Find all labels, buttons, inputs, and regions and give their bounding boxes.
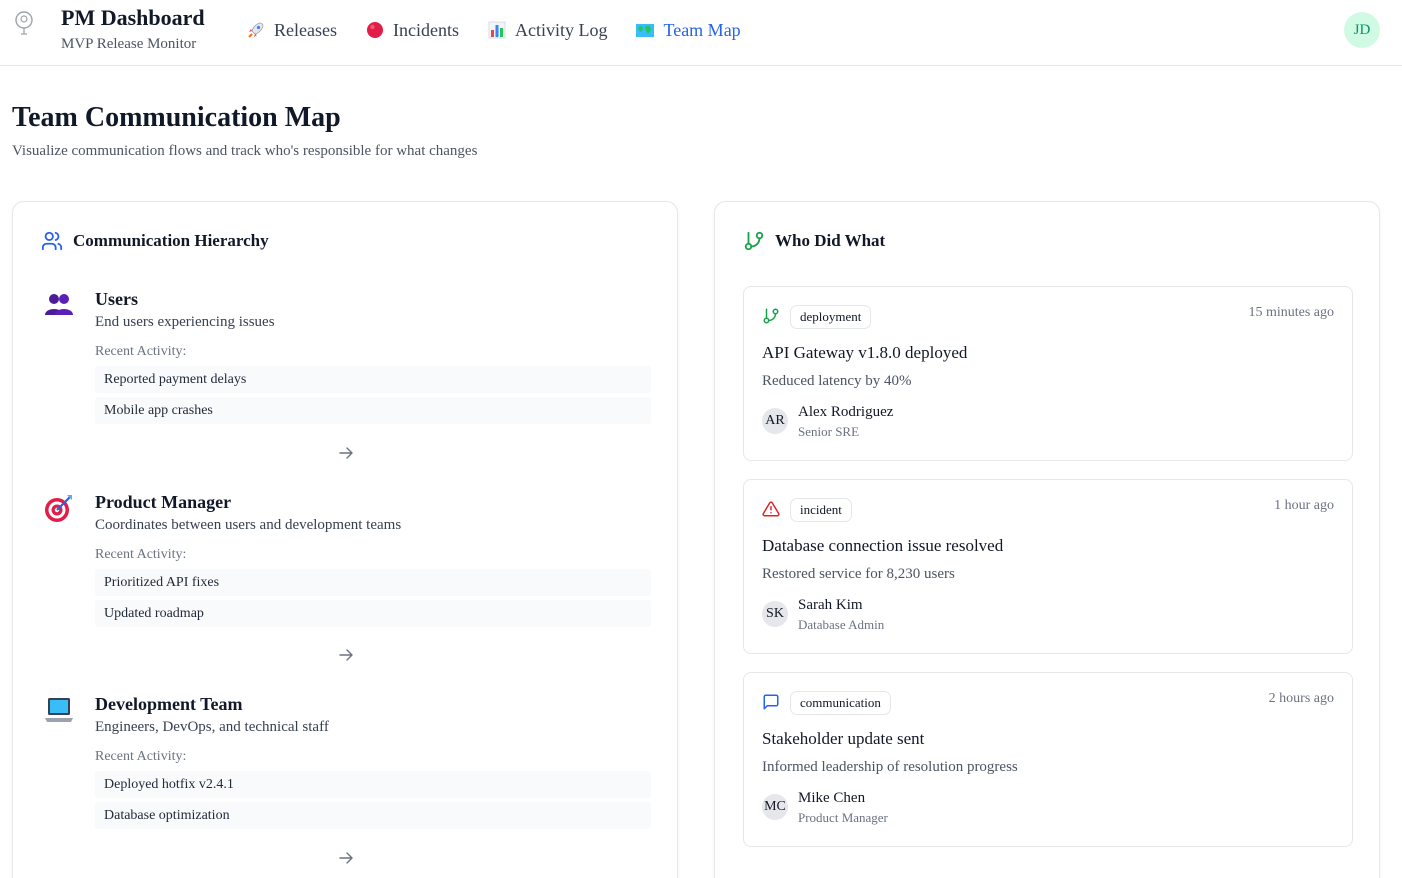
arrow-right-icon [339,852,353,864]
activity-item: Reported payment delays [95,366,651,393]
activity-title: API Gateway v1.8.0 deployed [762,343,968,362]
communication-hierarchy-panel: Communication Hierarchy Users End users … [12,201,678,878]
type-badge: communication [790,691,891,715]
activity-item: Prioritized API fixes [95,569,651,596]
nav-releases[interactable]: Releases [246,18,337,42]
person-role: Database Admin [798,617,885,632]
git-branch-icon [744,231,764,251]
activity-card-incident[interactable]: incident 1 hour ago Database connection … [743,479,1353,654]
hierarchy-description: End users experiencing issues [95,314,275,330]
type-badge: incident [790,498,852,522]
logo-icon[interactable] [12,10,36,38]
activity-card-communication[interactable]: communication 2 hours ago Stakeholder up… [743,672,1353,847]
page-title: Team Communication Map [12,102,341,133]
hierarchy-title: Product Manager [95,492,232,512]
who-did-what-header: Who Did What [743,230,885,252]
red-circle-icon [366,22,383,38]
recent-activity-label: Recent Activity: [95,547,187,562]
nav-releases-label: Releases [274,19,337,40]
arrow-right-icon [339,447,353,459]
activity-item: Mobile app crashes [95,397,651,424]
bar-chart-icon [488,21,506,39]
recent-activity-label: Recent Activity: [95,344,187,359]
arrow-right-icon [339,649,353,661]
user-avatar[interactable]: JD [1344,12,1380,48]
type-badge: deployment [790,305,872,329]
communication-hierarchy-title: Communication Hierarchy [73,231,269,250]
activity-card-deployment[interactable]: deployment 15 minutes ago API Gateway v1… [743,286,1353,461]
laptop-emoji-icon [45,698,73,722]
nav-activity-log-label: Activity Log [514,19,608,40]
activity-list: Deployed hotfix v2.4.1 Database optimiza… [95,771,651,833]
nav-team-map-label: Team Map [663,19,741,40]
page-subtitle: Visualize communication flows and track … [12,143,478,159]
users-icon [41,231,63,251]
activity-list: Reported payment delays Mobile app crash… [95,366,651,428]
nav-team-map[interactable]: Team Map [635,18,741,42]
person-name: Alex Rodriguez [798,404,894,420]
activity-description: Informed leadership of resolution progre… [762,759,1018,775]
hierarchy-title: Users [95,289,138,309]
who-did-what-title: Who Did What [775,231,886,250]
hierarchy-description: Coordinates between users and developmen… [95,517,402,533]
activity-list: Prioritized API fixes Updated roadmap [95,569,651,631]
nav-activity-log[interactable]: Activity Log [487,18,608,42]
person-name: Mike Chen [798,790,866,806]
nav-incidents-label: Incidents [392,19,459,40]
app-subtitle: MVP Release Monitor [61,36,197,52]
app-title: PM Dashboard [61,5,205,30]
nav-incidents[interactable]: Incidents [365,18,459,42]
person-name: Sarah Kim [798,597,863,613]
activity-description: Reduced latency by 40% [762,373,912,389]
hierarchy-description: Engineers, DevOps, and technical staff [95,719,329,735]
message-square-icon [763,694,779,710]
rocket-icon [248,22,264,38]
activity-item: Deployed hotfix v2.4.1 [95,771,651,798]
avatar: MC [762,794,788,820]
recent-activity-label: Recent Activity: [95,749,187,764]
git-branch-icon [763,308,779,324]
timestamp: 2 hours ago [1268,691,1334,706]
alert-triangle-icon [762,501,780,517]
activity-description: Restored service for 8,230 users [762,566,955,582]
activity-item: Updated roadmap [95,600,651,627]
main-nav: Releases Incidents Activity Log Team Map [246,18,769,42]
hierarchy-title: Development Team [95,694,243,714]
activity-title: Stakeholder update sent [762,729,925,748]
avatar: SK [762,601,788,627]
person-role: Senior SRE [798,424,860,439]
person-role: Product Manager [798,810,888,825]
world-map-icon [636,24,655,37]
target-emoji-icon [45,495,72,522]
top-navigation-bar: PM Dashboard MVP Release Monitor Release… [0,0,1402,66]
timestamp: 15 minutes ago [1248,305,1334,320]
timestamp: 1 hour ago [1274,498,1334,513]
activity-title: Database connection issue resolved [762,536,1004,555]
avatar: AR [762,408,788,434]
users-emoji-icon [45,294,73,315]
who-did-what-panel: Who Did What deployment 15 minutes ago A… [714,201,1380,878]
communication-hierarchy-header: Communication Hierarchy [41,230,269,252]
activity-item: Database optimization [95,802,651,829]
